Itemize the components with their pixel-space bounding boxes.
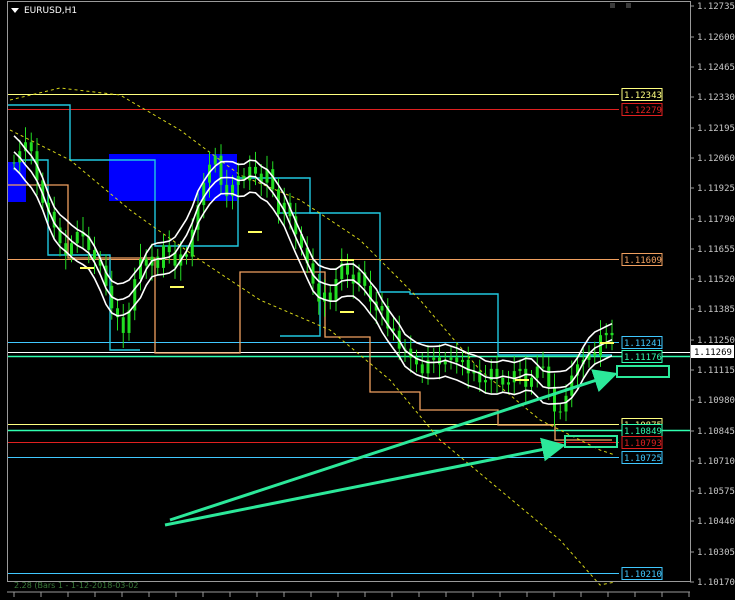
candle-body: [167, 245, 171, 253]
candle-body: [495, 368, 499, 378]
blue-zone: [109, 154, 237, 201]
candle-body: [553, 386, 556, 412]
candle-body: [558, 411, 562, 413]
y-tick-label: 1.12330: [697, 93, 735, 103]
y-tick-label: 1.11925: [697, 184, 735, 194]
y-tick-label: 1.10575: [697, 487, 735, 497]
candle-body: [219, 155, 223, 185]
y-tick-label: 1.12600: [697, 33, 735, 43]
price-level-label: 1.10725: [624, 454, 662, 464]
candle-body: [420, 364, 424, 374]
price-level-label: 1.10793: [624, 439, 662, 449]
candle-body: [380, 306, 384, 311]
price-chart: 1.12343 1.12279 1.11609 1.11241 1.11176 1.108…: [0, 0, 735, 600]
candle-body: [530, 377, 533, 387]
y-tick-label: 1.11520: [697, 275, 735, 285]
candle-body: [604, 332, 608, 336]
candle-body: [484, 380, 487, 383]
candle-body: [524, 368, 528, 387]
blue-zone-left: [8, 162, 26, 202]
y-tick-label: 1.11115: [697, 366, 735, 376]
candle-body: [213, 155, 217, 165]
candle-body: [461, 359, 464, 363]
candle-body: [317, 283, 321, 302]
candle-body: [535, 366, 539, 378]
candle-body: [357, 272, 361, 284]
y-tick-label: 1.11385: [697, 305, 735, 315]
candle-body: [610, 332, 614, 336]
candle-body: [121, 317, 125, 333]
candle-body: [144, 258, 148, 266]
price-level-label: 1.11609: [624, 256, 662, 266]
candle-body: [225, 184, 229, 197]
candle-body: [185, 254, 188, 257]
y-tick-label: 1.11655: [697, 245, 735, 255]
corner-marker: [610, 3, 615, 8]
y-tick-label: 1.10980: [697, 396, 735, 406]
price-level-label: 1.12279: [624, 106, 662, 116]
y-tick-label: 1.11790: [697, 215, 735, 225]
price-level-label: 1.12343: [624, 91, 662, 101]
candle-body: [570, 375, 574, 396]
price-level-label: 1.11241: [624, 339, 662, 349]
y-tick-label: 1.12060: [697, 154, 735, 164]
candle-body: [518, 368, 522, 372]
y-tick-label: 1.10170: [697, 578, 735, 588]
candle-body: [564, 395, 568, 412]
candle-body: [501, 377, 505, 385]
candle-body: [12, 162, 16, 164]
candle-body: [547, 366, 551, 387]
price-level-label: 1.10210: [624, 570, 662, 580]
y-tick-label: 1.12465: [697, 63, 735, 73]
y-tick-label: 1.10845: [697, 427, 735, 437]
candle-body: [466, 359, 470, 374]
candle-body: [455, 357, 459, 363]
candle-body: [248, 166, 252, 181]
y-tick-label: 1.12195: [697, 124, 735, 134]
candle-body: [75, 231, 79, 244]
corner-marker: [626, 3, 631, 8]
candle-body: [593, 353, 597, 356]
y-tick-label: 1.10440: [697, 517, 735, 527]
candle-body: [449, 357, 453, 360]
current-price-label: 1.11269: [694, 348, 732, 358]
candle-body: [432, 357, 436, 360]
price-level-label: 1.10849: [624, 427, 662, 437]
candle-body: [541, 366, 545, 368]
candle-body: [351, 274, 355, 284]
candle-body: [162, 245, 165, 268]
candle-body: [70, 243, 73, 255]
candle-body: [29, 142, 33, 152]
y-tick-label: 1.10305: [697, 548, 735, 558]
candle-body: [93, 249, 96, 259]
y-tick-label: 1.12735: [697, 2, 735, 12]
candle-body: [507, 382, 510, 385]
symbol-label: EURUSD,H1: [24, 6, 77, 16]
candle-body: [202, 182, 206, 206]
y-tick-label: 1.10710: [697, 457, 735, 467]
candle-body: [334, 279, 338, 302]
y-tick-label: 1.11250: [697, 336, 735, 346]
candle-body: [127, 310, 131, 333]
candle-body: [254, 166, 257, 174]
watermark: 2.28 (Bars 1 - 1-12-2018-03-02: [14, 581, 138, 590]
price-level-label: 1.11176: [624, 353, 662, 363]
